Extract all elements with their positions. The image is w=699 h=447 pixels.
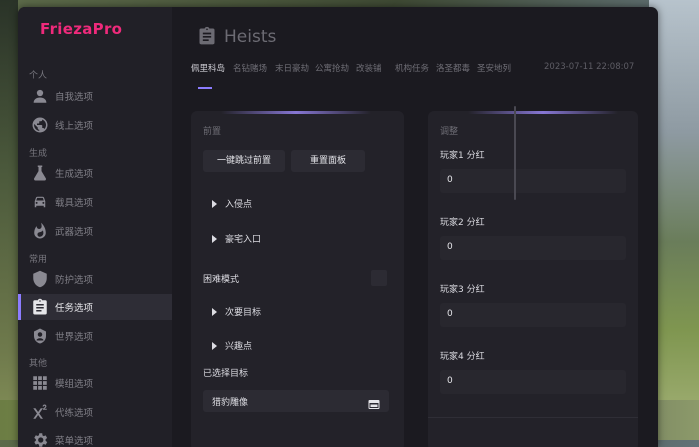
clipboard-icon [197, 26, 217, 46]
tab-doomsday[interactable]: 末日豪劫 [275, 62, 309, 74]
adjust-panel-heading: 调整 [440, 127, 459, 137]
gear-icon [31, 431, 49, 447]
selected-target-label: 已选择目标 [203, 369, 249, 379]
mansion-entrance-expander[interactable]: 豪宅入口 [212, 232, 261, 245]
sidebar-item-vehicle[interactable]: 载具选项 [18, 189, 172, 215]
grid-icon [31, 374, 49, 392]
player1-cut-label: 玩家1 分红 [440, 151, 485, 161]
sidebar-item-world[interactable]: 世界选项 [18, 323, 172, 349]
caret-right-icon [212, 200, 217, 208]
sidebar-section-other: 其他 [29, 359, 48, 369]
earth-icon [31, 327, 49, 345]
sidebar-item-label: 载具选项 [55, 198, 94, 209]
menu-window: FriezaPro 个人 自我选项 线上选项 生成 生成选项 载具选项 武器选项… [18, 7, 658, 447]
clipboard-icon [31, 298, 49, 316]
superscript-icon [31, 403, 49, 421]
setup-panel-heading: 前置 [203, 127, 222, 137]
skip-setup-button[interactable]: 一键跳过前置 [203, 150, 285, 172]
sidebar-item-label: 代练选项 [55, 408, 94, 419]
player1-cut-input[interactable]: 0 [440, 169, 626, 193]
sidebar-item-label: 任务选项 [55, 303, 94, 314]
tab-auto-shop[interactable]: 改装铺 [356, 62, 382, 74]
entry-point-expander[interactable]: 入侵点 [212, 197, 252, 210]
caret-right-icon [212, 308, 217, 316]
sidebar-item-label: 菜单选项 [55, 436, 94, 447]
selected-target-select[interactable]: 猎豹雕像 [203, 390, 389, 412]
setup-panel: 前置 一键跳过前置 重置面板 入侵点 豪宅入口 困难模式 次要目标 兴趣点 已选… [191, 111, 404, 447]
sidebar-section-personal: 个人 [29, 71, 48, 81]
sidebar-item-online[interactable]: 线上选项 [18, 112, 172, 138]
sidebar-item-menu-settings[interactable]: 菜单选项 [18, 427, 172, 447]
secondary-target-expander[interactable]: 次要目标 [212, 305, 261, 318]
fire-icon [31, 222, 49, 240]
sidebar-item-missions[interactable]: 任务选项 [18, 294, 172, 320]
adjust-panel: 调整 玩家1 分红 0 玩家2 分红 0 玩家3 分红 0 玩家4 分红 0 [428, 111, 638, 447]
tab-san-andreas[interactable]: 圣安地列 [477, 62, 511, 74]
sidebar-item-label: 自我选项 [55, 92, 94, 103]
hard-mode-label: 困难模式 [203, 275, 240, 285]
sidebar-item-label: 武器选项 [55, 227, 94, 238]
page-title: Heists [224, 27, 277, 47]
player4-cut-input[interactable]: 0 [440, 370, 626, 394]
player4-cut-label: 玩家4 分红 [440, 352, 485, 362]
car-icon [31, 193, 49, 211]
brand-logo: FriezaPro [40, 20, 123, 38]
background-left [0, 0, 18, 440]
points-of-interest-expander[interactable]: 兴趣点 [212, 339, 252, 352]
divider [428, 417, 638, 418]
player3-cut-input[interactable]: 0 [440, 303, 626, 327]
person-icon [31, 87, 49, 105]
sidebar-item-spawn[interactable]: 生成选项 [18, 160, 172, 186]
flask-icon [31, 164, 49, 182]
panel-glow [221, 111, 371, 114]
sidebar-item-protection[interactable]: 防护选项 [18, 266, 172, 292]
sidebar-item-weapon[interactable]: 武器选项 [18, 218, 172, 244]
sidebar-item-label: 防护选项 [55, 275, 94, 286]
tab-agency[interactable]: 机构任务 [395, 62, 429, 74]
timestamp: 2023-07-11 22:08:07 [544, 62, 635, 72]
sidebar-item-label: 世界选项 [55, 332, 94, 343]
globe-icon [31, 116, 49, 134]
tab-diamond-casino[interactable]: 名钻赌场 [233, 62, 267, 74]
caret-right-icon [212, 342, 217, 350]
main-scrollbar[interactable] [514, 106, 516, 200]
sidebar: FriezaPro 个人 自我选项 线上选项 生成 生成选项 载具选项 武器选项… [18, 7, 172, 447]
sidebar-section-spawn: 生成 [29, 149, 48, 159]
active-tab-indicator [198, 87, 212, 89]
tab-apartment[interactable]: 公寓抢劫 [315, 62, 349, 74]
hard-mode-checkbox[interactable] [371, 270, 387, 286]
selected-target-value: 猎豹雕像 [212, 398, 249, 408]
caret-right-icon [212, 235, 217, 243]
player2-cut-label: 玩家2 分红 [440, 218, 485, 228]
player3-cut-label: 玩家3 分红 [440, 285, 485, 295]
sidebar-item-mods[interactable]: 模组选项 [18, 370, 172, 396]
sidebar-section-common: 常用 [29, 255, 48, 265]
sidebar-item-self[interactable]: 自我选项 [18, 83, 172, 109]
sidebar-item-label: 模组选项 [55, 379, 94, 390]
shield-icon [31, 270, 49, 288]
tab-perico[interactable]: 佩里科岛 [191, 62, 225, 74]
card-icon [368, 395, 380, 409]
sidebar-item-boosting[interactable]: 代练选项 [18, 399, 172, 425]
main-content: Heists 佩里科岛 名钻赌场 末日豪劫 公寓抢劫 改装铺 机构任务 洛圣都毒… [172, 7, 658, 447]
player2-cut-input[interactable]: 0 [440, 236, 626, 260]
panel-glow [468, 111, 618, 114]
tab-los-santos-drug[interactable]: 洛圣都毒 [436, 62, 470, 74]
sidebar-item-label: 生成选项 [55, 169, 94, 180]
reset-panel-button[interactable]: 重置面板 [291, 150, 365, 172]
sidebar-item-label: 线上选项 [55, 121, 94, 132]
